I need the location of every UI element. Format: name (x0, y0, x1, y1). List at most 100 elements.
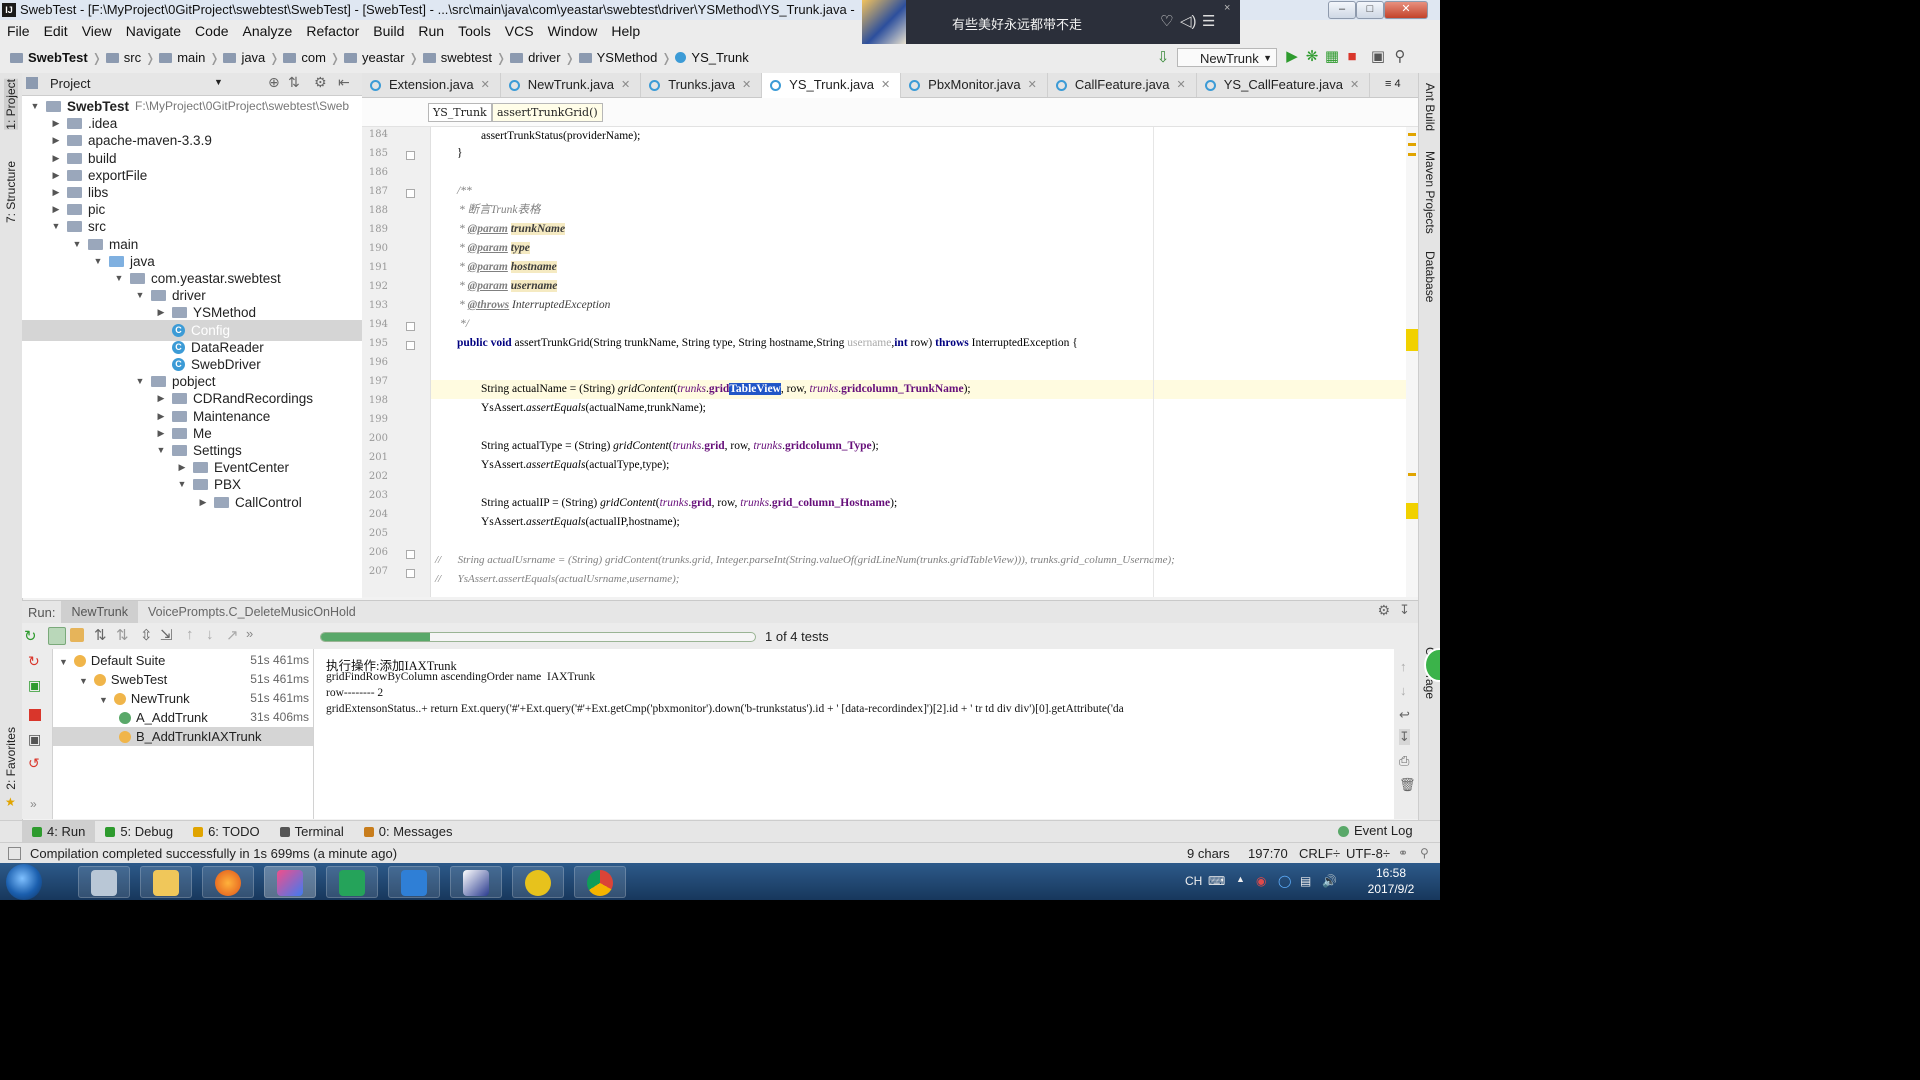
menu-file[interactable]: File (0, 20, 37, 42)
close-window-button[interactable]: ✕ (1384, 1, 1428, 19)
soft-wrap-icon[interactable]: ↩ (1399, 707, 1410, 723)
rerun-icon[interactable]: ↻ (24, 627, 37, 645)
breadcrumb-item-ys_trunk[interactable]: YS_Trunk (671, 42, 752, 73)
breadcrumb-item-driver[interactable]: driver (506, 42, 565, 73)
tool-tab-terminal[interactable]: Terminal (270, 821, 354, 843)
close-icon[interactable]: ✕ (742, 73, 751, 97)
fold-marker-icon[interactable] (406, 322, 415, 331)
close-icon[interactable]: ✕ (1028, 73, 1037, 97)
sort-duration-icon[interactable]: ⇅ (116, 626, 129, 644)
tab-newtrunk-java[interactable]: NewTrunk.java ✕ (501, 73, 642, 97)
test-node-a-addtrunk[interactable]: A_AddTrunk 31s 406ms (53, 708, 313, 727)
menu-vcs[interactable]: VCS (498, 20, 541, 42)
run-tab-voiceprompts[interactable]: VoicePrompts.C_DeleteMusicOnHold (138, 601, 366, 623)
ant-build-tab[interactable]: Ant Build (1423, 83, 1437, 131)
breadcrumb-item-main[interactable]: main (155, 42, 209, 73)
windows-start-button[interactable] (6, 864, 42, 900)
taskbar-app-writer[interactable] (388, 866, 440, 898)
editor-crumb-class[interactable]: YS_Trunk (428, 103, 492, 122)
close-icon[interactable]: ✕ (1177, 73, 1186, 97)
run-config-select[interactable]: NewTrunk ▼ (1177, 48, 1277, 67)
tab-extension-java[interactable]: Extension.java ✕ (362, 73, 501, 97)
taskbar-app-intellij[interactable] (264, 866, 316, 898)
up-icon[interactable]: ↑ (1400, 659, 1407, 674)
fold-marker-icon[interactable] (406, 550, 415, 559)
tray-expand-icon[interactable]: ▲ (1236, 874, 1245, 884)
collapse-all-icon[interactable]: ⇲ (160, 626, 173, 644)
code-editor[interactable]: assertTrunkStatus(providerName); } /** *… (431, 127, 1416, 597)
menu-view[interactable]: View (75, 20, 119, 42)
favorites-tool-tab[interactable]: 2: Favorites (4, 727, 18, 790)
more-icon[interactable]: » (30, 797, 37, 811)
warning-marker[interactable] (1408, 143, 1416, 146)
lock-icon[interactable]: ⚭ (1398, 846, 1408, 860)
gear-icon[interactable]: ⚙ (1377, 602, 1390, 619)
tab-overflow-indicator[interactable]: ≡ 4 (1385, 78, 1401, 90)
panel-toggle-icon[interactable] (8, 847, 21, 860)
tray-app-icon[interactable]: ◉ (1256, 874, 1266, 888)
usage-marker[interactable] (1406, 503, 1418, 519)
breadcrumb-item-swebtest[interactable]: SwebTest (6, 42, 92, 73)
debug-icon[interactable]: ❋ (1302, 47, 1322, 67)
console-output[interactable]: 执行操作:添加IAXTrunk gridFindRowByColumn ascen… (314, 649, 1394, 819)
fold-marker-icon[interactable] (406, 341, 415, 350)
hide-panel-icon[interactable]: ⇤ (338, 74, 350, 91)
taskbar-app-tool[interactable] (450, 866, 502, 898)
show-ignored-icon[interactable] (70, 628, 84, 642)
close-icon[interactable]: ✕ (1350, 73, 1359, 97)
search-icon[interactable]: ⚲ (1390, 47, 1410, 67)
minimize-button[interactable]: – (1328, 1, 1356, 19)
maven-projects-tab[interactable]: Maven Projects (1423, 151, 1437, 234)
more-icon[interactable]: » (246, 626, 253, 641)
test-node-newtrunk[interactable]: ▼ NewTrunk 51s 461ms (53, 689, 313, 708)
tree-item-callcontrol[interactable]: ▶ CallControl (22, 492, 362, 513)
breadcrumb-item-swebtest[interactable]: swebtest (419, 42, 496, 73)
file-encoding[interactable]: UTF-8÷ (1346, 846, 1390, 861)
playlist-icon[interactable]: ☰ (1202, 12, 1215, 30)
project-structure-icon[interactable]: ▣ (1368, 47, 1388, 67)
breadcrumb-item-java[interactable]: java (219, 42, 269, 73)
fold-marker-icon[interactable] (406, 151, 415, 160)
show-passed-icon[interactable] (48, 627, 66, 645)
tab-ys-trunk-java[interactable]: YS_Trunk.java ✕ (762, 72, 902, 98)
hide-panel-icon[interactable]: ↧ (1399, 602, 1410, 618)
taskbar-app-ultraedit[interactable] (512, 866, 564, 898)
fold-marker-icon[interactable] (406, 569, 415, 578)
breadcrumb-item-ysmethod[interactable]: YSMethod (575, 42, 662, 73)
structure-tool-tab[interactable]: 7: Structure (4, 161, 18, 223)
menu-help[interactable]: Help (604, 20, 647, 42)
test-node-swebtest[interactable]: ▼ SwebTest 51s 461ms (53, 670, 313, 689)
inspector-icon[interactable]: ⚲ (1420, 846, 1429, 860)
taskbar-app-chrome[interactable] (574, 866, 626, 898)
keyboard-icon[interactable]: ⌨ (1208, 874, 1225, 888)
breadcrumb-item-yeastar[interactable]: yeastar (340, 42, 409, 73)
event-log-tab[interactable]: Event Log (1338, 822, 1413, 840)
editor-crumb-method[interactable]: assertTrunkGrid() (492, 103, 603, 122)
menu-build[interactable]: Build (366, 20, 411, 42)
down-icon[interactable]: ↓ (206, 626, 214, 643)
up-icon[interactable]: ↑ (186, 626, 194, 643)
test-node-default-suite[interactable]: ▼ Default Suite 51s 461ms (53, 651, 313, 670)
menu-window[interactable]: Window (541, 20, 605, 42)
network-icon[interactable]: ▤ (1300, 874, 1311, 888)
volume-icon[interactable]: ◁) (1180, 12, 1197, 30)
taskbar-app-explorer[interactable] (78, 866, 130, 898)
menu-edit[interactable]: Edit (37, 20, 75, 42)
stop-icon[interactable] (29, 709, 41, 721)
tab-ys-callfeature-java[interactable]: YS_CallFeature.java ✕ (1197, 73, 1371, 97)
tool-tab-4-run[interactable]: 4: Run (22, 821, 96, 843)
menu-navigate[interactable]: Navigate (119, 20, 188, 42)
chat-icon[interactable]: ◯ (1278, 874, 1291, 888)
taskbar-app-firefox[interactable] (202, 866, 254, 898)
line-separator[interactable]: CRLF÷ (1299, 846, 1340, 861)
star-icon[interactable]: ★ (5, 795, 16, 809)
warning-marker[interactable] (1408, 133, 1416, 136)
stop-icon[interactable]: ■ (1342, 47, 1362, 67)
heart-icon[interactable]: ♡ (1160, 12, 1173, 30)
scroll-from-source-icon[interactable]: ⊕ (268, 74, 280, 91)
exit-icon[interactable]: ↺ (28, 755, 40, 772)
scroll-to-end-icon[interactable]: ↧ (1399, 729, 1410, 745)
close-icon[interactable]: ✕ (881, 73, 890, 97)
breadcrumb-item-src[interactable]: src (102, 42, 145, 73)
menu-code[interactable]: Code (188, 20, 235, 42)
